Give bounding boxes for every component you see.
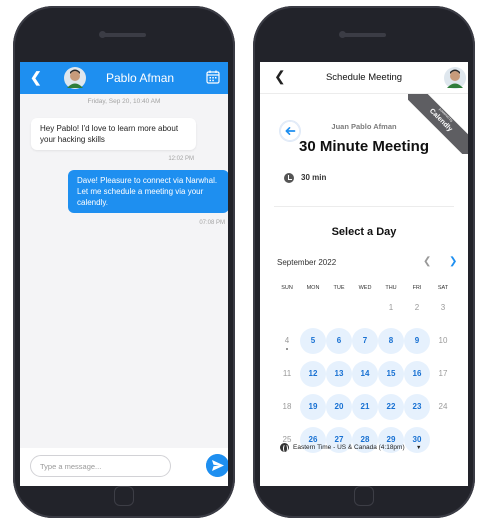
- calendar-day: 11: [282, 369, 292, 378]
- calendar-day: 4: [274, 328, 300, 354]
- event-title: 30 Minute Meeting: [298, 138, 429, 155]
- calendar-day-available[interactable]: 7: [352, 328, 378, 354]
- calendar-day-available[interactable]: 5: [300, 328, 326, 354]
- calendar-day-available[interactable]: 21: [352, 394, 378, 420]
- calendar-icon[interactable]: [206, 70, 220, 84]
- contact-name: Pablo Afman: [106, 71, 175, 85]
- message-incoming: Hey Pablo! I'd love to learn more about …: [31, 118, 196, 150]
- message-list[interactable]: Friday, Sep 20, 10:40 AM Hey Pablo! I'd …: [20, 94, 228, 448]
- calendar-day-available[interactable]: 20: [326, 394, 352, 420]
- chat-screen: ❮ Pablo Afman Friday, Sep 20, 10:40 AM H…: [20, 62, 228, 486]
- globe-icon: [280, 443, 289, 453]
- weekday-label: MON: [306, 285, 320, 291]
- composer: Type a message...: [20, 448, 228, 486]
- calendar-day-available[interactable]: 6: [326, 328, 352, 354]
- calendar-day-available[interactable]: 22: [378, 394, 404, 420]
- calendar-grid: 1 2 3 4 5 6 7 8 9 10 11 12 13 14 15 16 17 18 19 20 21 22 23 24 2…: [274, 295, 456, 460]
- chevron-left-icon[interactable]: ❮: [423, 256, 431, 267]
- avatar[interactable]: [64, 67, 86, 89]
- calendar-day-available[interactable]: 15: [378, 361, 404, 387]
- timezone-selector[interactable]: Eastern Time - US & Canada (4:18pm): [293, 444, 405, 451]
- calendar-day: 24: [438, 402, 448, 411]
- speaker-grille: [342, 33, 386, 37]
- month-label: September 2022: [277, 258, 337, 267]
- message-input[interactable]: Type a message...: [30, 455, 171, 477]
- calendar-day-available[interactable]: 23: [404, 394, 430, 420]
- calendar-day-available[interactable]: 14: [352, 361, 378, 387]
- speaker-grille: [102, 33, 146, 37]
- home-button[interactable]: [354, 486, 374, 506]
- calendar-day-available[interactable]: 16: [404, 361, 430, 387]
- calendar-day-available[interactable]: 19: [300, 394, 326, 420]
- message-timestamp: 07:08 PM: [199, 220, 225, 226]
- date-divider: Friday, Sep 20, 10:40 AM: [87, 98, 161, 105]
- home-button[interactable]: [114, 486, 134, 506]
- event-duration: 30 min: [301, 173, 327, 182]
- divider: [274, 206, 454, 207]
- schedule-screen: ❮ Schedule Meeting powered by Calendly J…: [260, 62, 468, 486]
- phone-chat: ❮ Pablo Afman Friday, Sep 20, 10:40 AM H…: [13, 6, 235, 518]
- weekday-label: FRI: [412, 285, 422, 291]
- chevron-left-icon[interactable]: ❮: [30, 69, 42, 86]
- chevron-right-icon[interactable]: ❯: [449, 256, 457, 267]
- calendar-day: 1: [388, 303, 394, 312]
- host-name: Juan Pablo Afman: [331, 122, 397, 131]
- calendar-day: 18: [282, 402, 292, 411]
- avatar[interactable]: [444, 67, 466, 89]
- weekday-label: TUE: [333, 285, 345, 291]
- calendar-day-available[interactable]: 12: [300, 361, 326, 387]
- message-timestamp: 12:02 PM: [168, 156, 194, 162]
- section-title: Select a Day: [331, 226, 397, 238]
- caret-down-icon[interactable]: ▼: [416, 445, 421, 451]
- chat-header: ❮ Pablo Afman: [20, 62, 228, 94]
- clock-icon: [284, 173, 294, 183]
- weekday-label: SUN: [281, 285, 293, 291]
- calendar-day: 17: [438, 369, 448, 378]
- schedule-header: ❮ Schedule Meeting: [260, 62, 468, 94]
- calendar-day: 3: [440, 303, 446, 312]
- weekday-label: THU: [385, 285, 397, 291]
- calendar-day-available[interactable]: 8: [378, 328, 404, 354]
- calendar-day-available[interactable]: 13: [326, 361, 352, 387]
- weekday-label: SAT: [437, 285, 449, 291]
- calendar-day-available[interactable]: 9: [404, 328, 430, 354]
- message-outgoing: Dave! Pleasure to connect via Narwhal. L…: [68, 170, 228, 213]
- weekday-label: WED: [358, 285, 372, 291]
- calendar-day: 10: [438, 336, 448, 345]
- phone-schedule: ❮ Schedule Meeting powered by Calendly J…: [253, 6, 475, 518]
- calendar-day: 2: [414, 303, 420, 312]
- send-icon[interactable]: [206, 454, 228, 477]
- page-title: Schedule Meeting: [325, 72, 403, 83]
